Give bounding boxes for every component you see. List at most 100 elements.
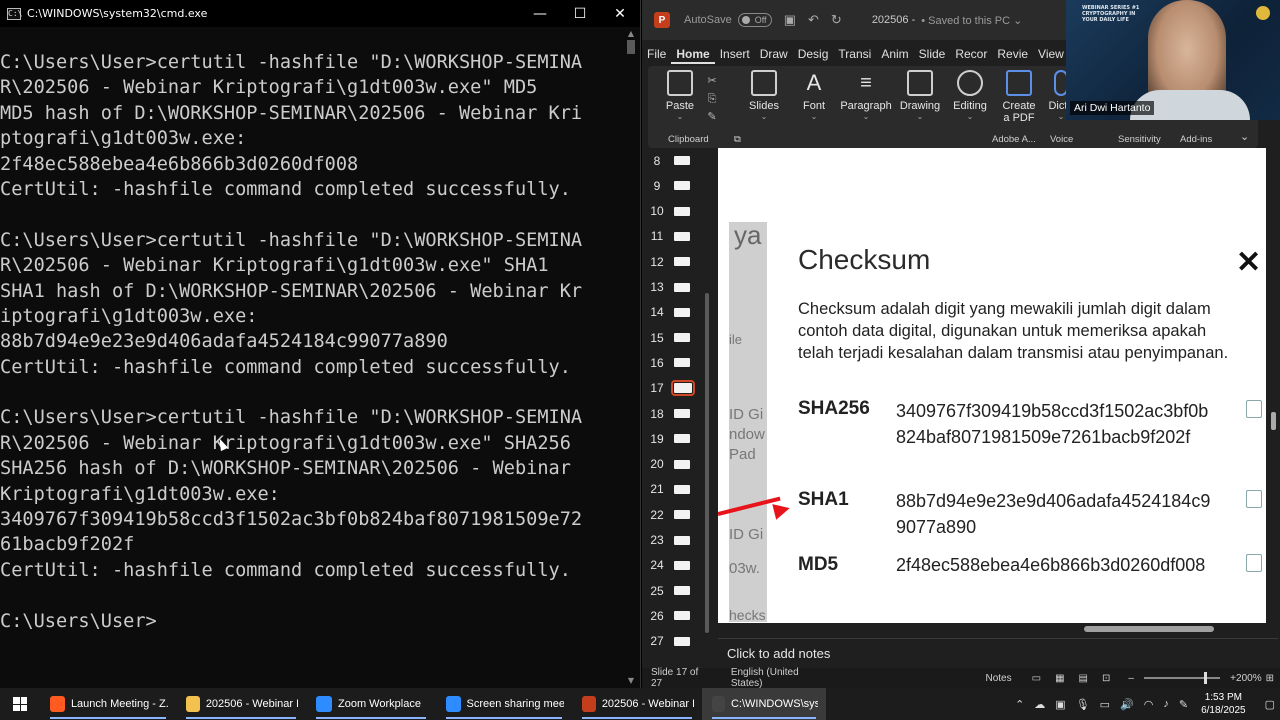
slide-thumbnail[interactable]: 27: [642, 629, 716, 654]
taskbar-app-button[interactable]: Screen sharing mee...: [436, 688, 572, 720]
tab-insert[interactable]: Insert: [715, 44, 755, 64]
paragraph-button[interactable]: ≡ Paragraph ⌄: [838, 70, 894, 121]
bg-text: hecks: [729, 607, 766, 623]
slide-thumbnail[interactable]: 14: [642, 300, 716, 325]
document-title[interactable]: 202506 -: [872, 14, 915, 26]
collapse-ribbon-icon[interactable]: ⌄: [1240, 130, 1249, 143]
close-button[interactable]: ✕: [600, 0, 640, 27]
cloud-icon[interactable]: ☁: [1034, 698, 1045, 711]
slide-thumbnail-number: 20: [650, 457, 664, 472]
reading-view-icon[interactable]: ▤: [1079, 673, 1088, 684]
copy-icon[interactable]: [1246, 490, 1262, 508]
maximize-button[interactable]: ☐: [560, 0, 600, 27]
tab-transi[interactable]: Transi: [833, 44, 876, 64]
notes-input[interactable]: Click to add notes: [718, 638, 1278, 666]
slide-thumbnail[interactable]: 26: [642, 603, 716, 628]
zoom-level[interactable]: 200%: [1236, 673, 1262, 684]
microphone-icon[interactable]: 🎙: [1076, 698, 1090, 711]
start-button[interactable]: [0, 688, 40, 720]
slide-thumbnail[interactable]: 19: [642, 426, 716, 451]
cmd-titlebar[interactable]: C:\ C:\WINDOWS\system32\cmd.exe — ☐ ✕: [0, 0, 640, 27]
slide-vertical-scrollbar[interactable]: [1270, 400, 1278, 620]
editing-button[interactable]: Editing ⌄: [950, 70, 990, 121]
notification-icon[interactable]: ▢: [1265, 698, 1275, 711]
zoom-out-icon[interactable]: –: [1128, 673, 1134, 684]
slide-thumbnail[interactable]: 11: [642, 224, 716, 249]
clock[interactable]: 1:53 PM 6/18/2025: [1201, 691, 1246, 717]
save-status[interactable]: • Saved to this PC ⌄: [921, 14, 1022, 27]
slide-thumbnail[interactable]: 17: [642, 376, 716, 401]
tab-desig[interactable]: Desig: [793, 44, 834, 64]
slide-thumbnail[interactable]: 16: [642, 350, 716, 375]
slide-thumbnail[interactable]: 23: [642, 528, 716, 553]
speaker-video[interactable]: WEBINAR SERIES #1 CRYPTOGRAPHY IN YOUR D…: [1066, 0, 1280, 120]
wifi-icon[interactable]: ◠: [1144, 698, 1154, 711]
security-icon[interactable]: ▣: [1055, 698, 1065, 711]
chevron-up-icon[interactable]: ⌃: [1015, 698, 1024, 711]
normal-view-icon[interactable]: ▭: [1032, 673, 1041, 684]
cmd-scroll-thumb[interactable]: [627, 40, 635, 54]
create-pdf-button[interactable]: Create a PDF: [998, 70, 1040, 124]
redo-icon[interactable]: ↻: [831, 12, 842, 28]
slide-horizontal-scrollbar[interactable]: [718, 624, 1266, 634]
undo-icon[interactable]: ↶: [808, 12, 819, 28]
pen-icon[interactable]: ✎: [1179, 698, 1188, 711]
cmd-scrollbar[interactable]: ▲ ▼: [624, 30, 638, 685]
scroll-down-icon[interactable]: ▼: [626, 677, 636, 685]
paste-button[interactable]: Paste ⌄: [660, 70, 700, 121]
taskbar-app-button[interactable]: C:\WINDOWS\syste...: [702, 688, 826, 720]
fit-slide-icon[interactable]: ⊞: [1266, 673, 1274, 684]
slide-thumbnail[interactable]: 25: [642, 578, 716, 603]
copy-icon[interactable]: [1246, 400, 1262, 418]
slide-thumbnail[interactable]: 8: [642, 148, 716, 173]
tab-view[interactable]: View: [1033, 44, 1069, 64]
slide-thumbnail[interactable]: 10: [642, 199, 716, 224]
taskbar-app-button[interactable]: 202506 - Webinar K...: [176, 688, 306, 720]
copy-icon[interactable]: [1246, 554, 1262, 572]
slide-thumbnail[interactable]: 9: [642, 173, 716, 198]
tab-revie[interactable]: Revie: [992, 44, 1033, 64]
slideshow-icon[interactable]: ⊡: [1102, 673, 1110, 684]
tab-anim[interactable]: Anim: [876, 44, 913, 64]
close-icon[interactable]: ✕: [1236, 248, 1261, 278]
taskbar-app-button[interactable]: Zoom Workplace: [306, 688, 436, 720]
cmd-window[interactable]: C:\ C:\WINDOWS\system32\cmd.exe — ☐ ✕ C:…: [0, 0, 641, 688]
slide-thumbnail[interactable]: 15: [642, 325, 716, 350]
speaker-icon[interactable]: ♪: [1163, 698, 1169, 710]
clipboard-launcher-icon[interactable]: ⧉: [734, 134, 741, 145]
slide-thumbnail[interactable]: 21: [642, 477, 716, 502]
taskbar-app-button[interactable]: Launch Meeting - Z...: [40, 688, 176, 720]
autosave-toggle[interactable]: Off: [737, 13, 772, 27]
drawing-button[interactable]: Drawing ⌄: [898, 70, 942, 121]
slide-thumbnails[interactable]: 8 9 10 11 12 13 14 15 16 17 18 19 20 21 22 23 24 25 26 27: [642, 148, 716, 648]
tab-recor[interactable]: Recor: [950, 44, 992, 64]
slide-thumbnail[interactable]: 24: [642, 553, 716, 578]
language-indicator[interactable]: English (United States): [731, 667, 818, 689]
slides-button[interactable]: Slides ⌄: [744, 70, 784, 121]
tab-slide[interactable]: Slide: [914, 44, 951, 64]
slide-sorter-icon[interactable]: ▦: [1055, 673, 1064, 684]
slide-thumbnail[interactable]: 18: [642, 401, 716, 426]
cmd-line: ptografi\g1dt003w.exe:: [0, 128, 247, 150]
clipboard-small-tools[interactable]: ✂ ⎘ ✎: [702, 72, 722, 126]
cmd-output[interactable]: C:\Users\User>certutil -hashfile "D:\WOR…: [0, 50, 622, 634]
tab-file[interactable]: File: [642, 44, 671, 64]
slide-thumbnail[interactable]: 20: [642, 452, 716, 477]
zoom-slider[interactable]: [1143, 672, 1221, 684]
scroll-up-icon[interactable]: ▲: [626, 30, 636, 38]
slide-canvas[interactable]: ya ile ID Gi ndow Pad ID Gi 03w. hecks C…: [718, 148, 1266, 623]
font-button[interactable]: A Font ⌄: [794, 70, 834, 121]
slide-thumbnail[interactable]: 22: [642, 502, 716, 527]
cmd-line: C:\Users\User>: [0, 610, 157, 632]
slide-thumbnail[interactable]: 12: [642, 249, 716, 274]
save-icon[interactable]: ▣: [784, 12, 796, 28]
volume-icon[interactable]: 🔊: [1120, 698, 1134, 711]
battery-icon[interactable]: ▭: [1100, 698, 1110, 711]
tab-home[interactable]: Home: [671, 44, 715, 64]
slide-thumbnail-preview: [674, 206, 690, 216]
notes-button[interactable]: Notes: [985, 673, 1011, 684]
minimize-button[interactable]: —: [520, 0, 560, 27]
slide-thumbnail[interactable]: 13: [642, 275, 716, 300]
tab-draw[interactable]: Draw: [755, 44, 793, 64]
taskbar-app-button[interactable]: 202506 - Webinar K...: [572, 688, 702, 720]
